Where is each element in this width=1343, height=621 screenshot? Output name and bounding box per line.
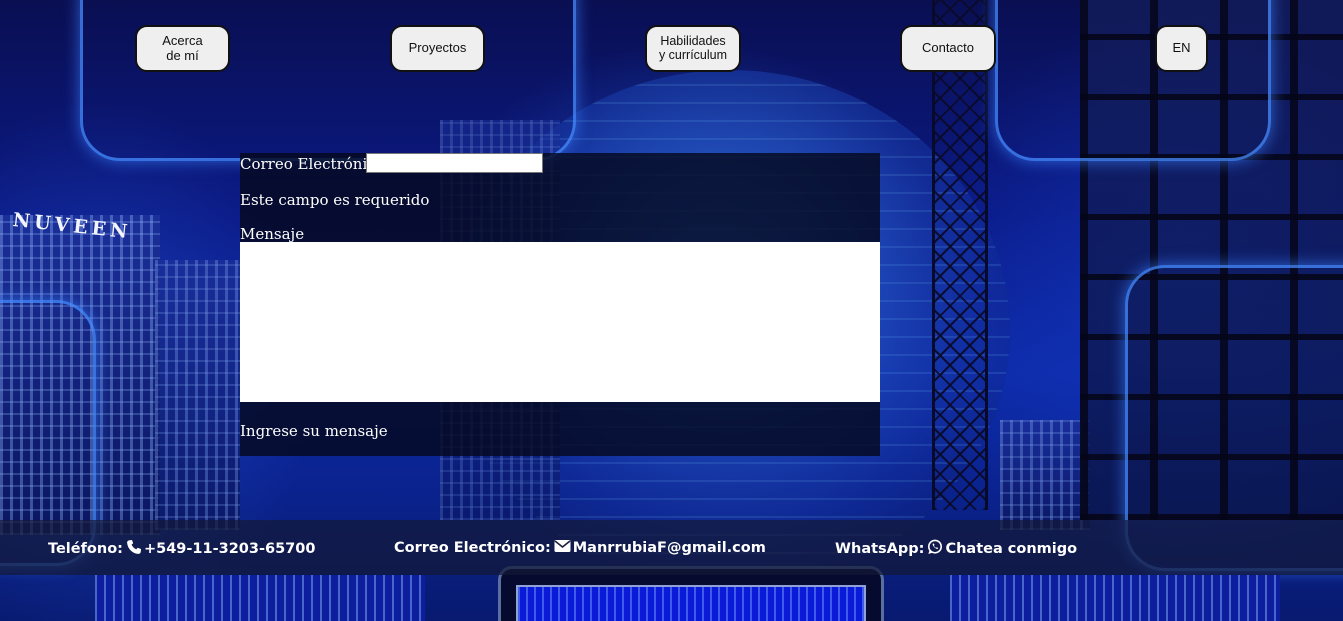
server-panel-left [95, 575, 425, 621]
nav-contact-button[interactable]: Contacto [900, 25, 996, 72]
language-toggle-button[interactable]: EN [1155, 25, 1208, 72]
footer-phone-label: Teléfono: [48, 541, 123, 557]
email-field[interactable] [366, 153, 543, 173]
glow-frame-top-right [995, 0, 1271, 161]
footer-whatsapp-value[interactable]: Chatea conmigo [945, 541, 1077, 557]
footer-email-value[interactable]: ManrrubiaF@gmail.com [573, 540, 766, 556]
envelope-icon [551, 539, 573, 557]
footer-whatsapp: WhatsApp: Chatea conmigo [835, 539, 1077, 559]
message-textarea[interactable] [240, 242, 880, 402]
footer-whatsapp-label: WhatsApp: [835, 541, 925, 557]
server-panel-right [950, 575, 1280, 621]
footer-email-label: Correo Electrónico: [394, 540, 551, 556]
message-label: Mensaje [240, 225, 305, 243]
footer-phone-value[interactable]: +549-11-3203-65700 [144, 541, 315, 557]
nav-projects-button[interactable]: Proyectos [390, 25, 485, 72]
building-right-low [1000, 420, 1090, 530]
phone-icon [123, 539, 144, 559]
crane-graphic [932, 0, 988, 510]
nav-skills-resume-button[interactable]: Habilidades y currículum [645, 25, 741, 72]
monitor-screen [516, 585, 866, 621]
email-required-error: Este campo es requerido [240, 191, 430, 209]
whatsapp-icon [924, 539, 945, 559]
footer-phone: Teléfono: +549-11-3203-65700 [48, 539, 315, 559]
message-hint: Ingrese su mensaje [240, 422, 388, 440]
contact-form: Correo Electrónico Este campo es requeri… [240, 153, 880, 456]
footer-contact-bar: Teléfono: +549-11-3203-65700 Correo Elec… [0, 520, 1343, 575]
nav-about-button[interactable]: Acerca de mí [135, 25, 230, 72]
footer-email: Correo Electrónico: ManrrubiaF@gmail.com [394, 539, 766, 557]
building-left-2 [155, 260, 240, 530]
email-label: Correo Electrónico [240, 155, 385, 173]
